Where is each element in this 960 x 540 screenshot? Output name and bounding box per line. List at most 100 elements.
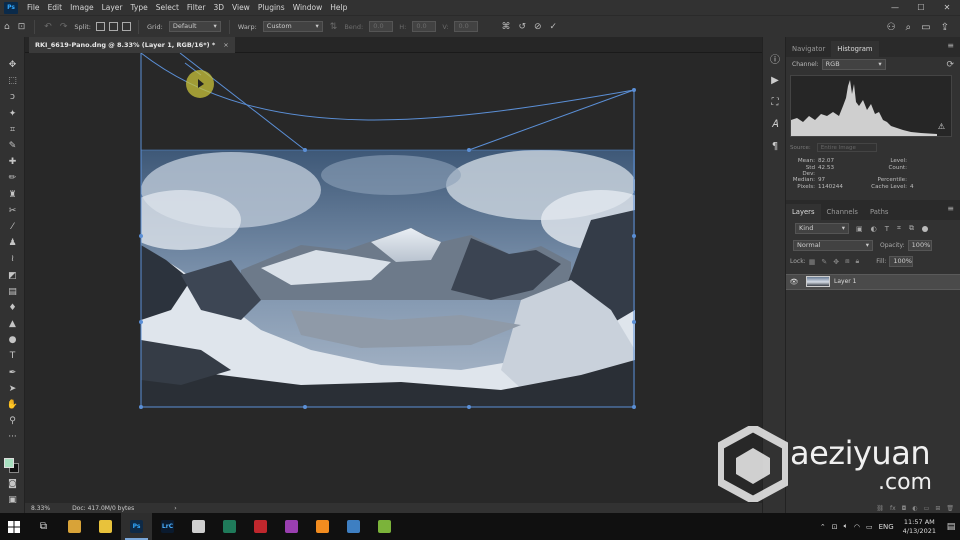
menu-plugins[interactable]: Plugins bbox=[254, 3, 289, 12]
panel-menu-icon[interactable]: ≡ bbox=[947, 41, 954, 50]
filter-smart-object-icon[interactable]: ⧉ bbox=[909, 224, 914, 233]
menu-select[interactable]: Select bbox=[152, 3, 183, 12]
warp-handle[interactable] bbox=[303, 405, 307, 409]
clock[interactable]: 11:57 AM 4/13/2021 bbox=[903, 518, 936, 536]
lock-all-icon[interactable]: 🔒︎ bbox=[856, 257, 860, 266]
canvas-area[interactable] bbox=[25, 53, 750, 503]
home-icon[interactable]: ⌂ bbox=[4, 22, 10, 32]
marquee-tool-icon[interactable]: ⬚ bbox=[0, 73, 25, 89]
split-vertical-button[interactable] bbox=[108, 22, 118, 31]
taskbar-app-icon[interactable] bbox=[214, 513, 245, 540]
search-icon[interactable]: ⌕ bbox=[906, 22, 912, 33]
magic-wand-tool-icon[interactable]: ✦ bbox=[0, 106, 25, 122]
menu-filter[interactable]: Filter bbox=[183, 3, 210, 12]
close-window-button[interactable]: ✕ bbox=[934, 0, 960, 15]
zoom-tool-icon[interactable]: ⚲ bbox=[0, 413, 25, 429]
notifications-icon[interactable]: ▤ bbox=[942, 522, 960, 532]
blur-tool-icon[interactable]: ♦ bbox=[0, 300, 25, 316]
commit-transform-icon[interactable]: ✓ bbox=[550, 22, 558, 32]
power-icon[interactable]: ▭ bbox=[866, 523, 873, 531]
warp-overlay[interactable] bbox=[25, 53, 750, 503]
eyedropper-tool-icon[interactable]: ✎ bbox=[0, 138, 25, 154]
lasso-tool-icon[interactable]: ↄ bbox=[0, 89, 25, 105]
fill-input[interactable]: 100% bbox=[889, 256, 914, 267]
actions-play-icon[interactable]: ▶ bbox=[763, 69, 787, 91]
screen-mode-icon[interactable]: ▣ bbox=[0, 492, 25, 508]
wifi-icon[interactable]: ◠ bbox=[854, 523, 860, 531]
character-icon[interactable]: 𝐴 bbox=[763, 113, 787, 135]
warp-handle[interactable] bbox=[303, 148, 307, 152]
taskbar-app-icon[interactable] bbox=[90, 513, 121, 540]
language-indicator[interactable]: ENG bbox=[879, 523, 894, 531]
hand-tool-icon[interactable]: ✋ bbox=[0, 397, 25, 413]
task-view-icon[interactable]: ⧉ bbox=[28, 513, 59, 540]
menu-file[interactable]: File bbox=[23, 3, 44, 12]
taskbar-app-icon[interactable] bbox=[369, 513, 400, 540]
split-cross-button[interactable] bbox=[95, 22, 105, 31]
taskbar-app-icon[interactable] bbox=[338, 513, 369, 540]
new-layer-icon[interactable]: ⊞ bbox=[935, 505, 940, 512]
tab-histogram[interactable]: Histogram bbox=[831, 41, 879, 57]
tab-navigator[interactable]: Navigator bbox=[786, 41, 831, 57]
taskbar-app-icon[interactable] bbox=[245, 513, 276, 540]
layer-row[interactable]: 👁︎ Layer 1 bbox=[786, 273, 960, 290]
reset-warp-icon[interactable]: ↺ bbox=[518, 22, 526, 32]
filter-shape-icon[interactable]: ⌗ bbox=[897, 224, 901, 233]
tab-paths[interactable]: Paths bbox=[864, 204, 894, 220]
filter-adjustment-icon[interactable]: ◐ bbox=[871, 225, 877, 233]
switch-warp-mode-icon[interactable]: ⌘ bbox=[501, 22, 510, 32]
adjustments-icon[interactable]: ⛶ bbox=[763, 91, 787, 113]
lock-image-icon[interactable]: ✎ bbox=[821, 258, 827, 266]
warp-tool-preset-icon[interactable]: ⊡ bbox=[18, 22, 26, 32]
warp-style-select[interactable]: Custom ▾ bbox=[262, 21, 323, 32]
stamp-tool-icon[interactable]: ♟ bbox=[0, 235, 25, 251]
menu-window[interactable]: Window bbox=[289, 3, 327, 12]
filter-pixel-icon[interactable]: ▣ bbox=[856, 225, 863, 233]
warp-handle[interactable] bbox=[632, 234, 636, 238]
menu-3d[interactable]: 3D bbox=[209, 3, 228, 12]
brush-tool-icon[interactable]: ✏ bbox=[0, 170, 25, 186]
workspace-icon[interactable]: ▭ bbox=[921, 22, 930, 33]
clone-stamp-tool-icon[interactable]: ♜ bbox=[0, 187, 25, 203]
zoom-level[interactable]: 8.33% bbox=[31, 505, 50, 512]
eraser-tool-icon[interactable]: ◩ bbox=[0, 267, 25, 283]
maximize-button[interactable]: ☐ bbox=[908, 0, 934, 15]
mixer-brush-tool-icon[interactable]: ⁄ bbox=[0, 219, 25, 235]
taskbar-app-icon[interactable] bbox=[59, 513, 90, 540]
network-icon[interactable]: ⊡ bbox=[832, 523, 838, 531]
healing-brush-tool-icon[interactable]: ✚ bbox=[0, 154, 25, 170]
menu-layer[interactable]: Layer bbox=[98, 3, 127, 12]
add-mask-icon[interactable]: ◘ bbox=[902, 505, 907, 512]
close-document-icon[interactable]: × bbox=[223, 41, 228, 49]
menu-view[interactable]: View bbox=[228, 3, 254, 12]
gradient-tool-icon[interactable]: ▤ bbox=[0, 284, 25, 300]
info-icon[interactable]: ⓘ bbox=[763, 47, 787, 69]
art-history-tool-icon[interactable]: ≀ bbox=[0, 251, 25, 267]
filter-toggle-icon[interactable] bbox=[921, 225, 928, 232]
minimize-button[interactable]: — bbox=[882, 0, 908, 15]
layer-kind-select[interactable]: Kind ▾ bbox=[795, 223, 849, 234]
cancel-transform-icon[interactable]: ⊘ bbox=[534, 22, 542, 32]
pen-tool-icon[interactable]: ✒ bbox=[0, 365, 25, 381]
lock-transparent-icon[interactable]: ▦ bbox=[809, 258, 816, 266]
document-tab[interactable]: RKI_6619-Pano.dng @ 8.33% (Layer 1, RGB/… bbox=[29, 37, 235, 53]
tab-channels[interactable]: Channels bbox=[821, 204, 864, 220]
more-tools-icon[interactable]: ··· bbox=[0, 429, 25, 445]
warp-handle[interactable] bbox=[632, 320, 636, 324]
type-tool-icon[interactable]: T bbox=[0, 348, 25, 364]
blend-mode-select[interactable]: Normal ▾ bbox=[793, 240, 873, 251]
new-group-icon[interactable]: ▭ bbox=[924, 505, 930, 512]
fx-icon[interactable]: fx bbox=[890, 505, 896, 512]
refresh-icon[interactable]: ⟳ bbox=[946, 60, 954, 70]
show-hidden-icons-icon[interactable]: ⌃ bbox=[820, 523, 826, 531]
taskbar-app-icon[interactable] bbox=[276, 513, 307, 540]
warp-handle[interactable] bbox=[467, 148, 471, 152]
dodge-tool-icon[interactable]: ● bbox=[0, 332, 25, 348]
link-layers-icon[interactable]: ⛓ bbox=[876, 505, 884, 512]
opacity-input[interactable]: 100% bbox=[907, 240, 932, 251]
adjustment-layer-icon[interactable]: ◐ bbox=[912, 505, 917, 512]
lock-position-icon[interactable]: ✥ bbox=[833, 258, 839, 266]
eye-visibility-icon[interactable]: 👁︎ bbox=[786, 278, 802, 286]
channel-select[interactable]: RGB ▾ bbox=[821, 59, 886, 70]
path-selection-tool-icon[interactable]: ➤ bbox=[0, 381, 25, 397]
